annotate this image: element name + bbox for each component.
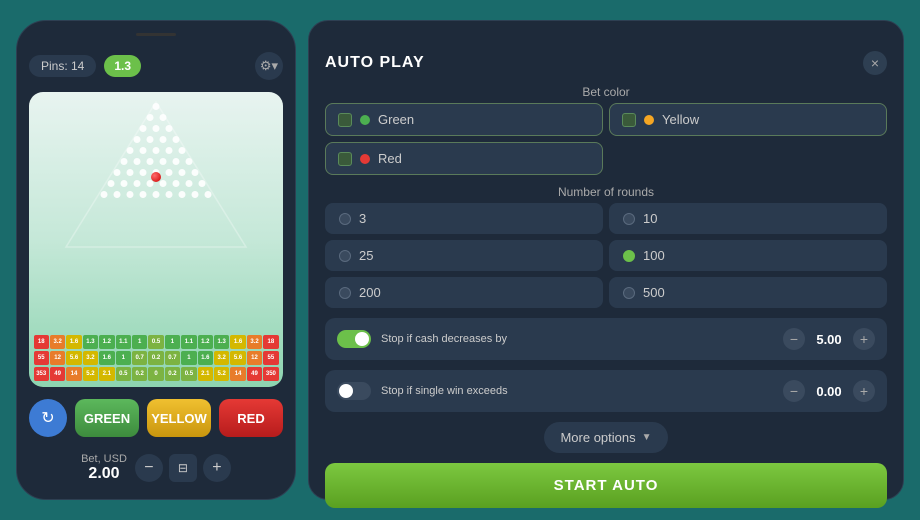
yellow-label: Yellow bbox=[662, 112, 699, 127]
green-dot bbox=[360, 115, 370, 125]
green-button[interactable]: GREEN bbox=[75, 399, 139, 437]
color-option-red[interactable]: Red bbox=[325, 142, 603, 175]
stop-win-controls: − 0.00 + bbox=[783, 380, 875, 402]
round-value-200: 200 bbox=[359, 285, 381, 300]
auto-play-panel: AUTO PLAY × Bet color Green Yellow Red bbox=[308, 20, 904, 500]
bet-stack-button[interactable]: ⊟ bbox=[169, 454, 197, 482]
score-rows: 183.21.61.31.21.110.511.11.21.31.63.218 … bbox=[29, 335, 283, 383]
green-label: Green bbox=[378, 112, 414, 127]
chevron-down-icon: ▼ bbox=[642, 432, 652, 443]
round-radio-200[interactable] bbox=[339, 287, 351, 299]
round-radio-10[interactable] bbox=[623, 213, 635, 225]
red-dot bbox=[360, 154, 370, 164]
stop-win-decrease[interactable]: − bbox=[783, 380, 805, 402]
rounds-label: Number of rounds bbox=[325, 185, 887, 199]
red-button[interactable]: RED bbox=[219, 399, 283, 437]
score-row-3: 35349145.22.10.50.200.20.52.15.21449350 bbox=[33, 367, 279, 381]
pins-grid bbox=[98, 102, 215, 201]
top-bar: Pins: 14 1.3 ⚙▾ bbox=[29, 48, 283, 84]
multiplier-badge: 1.3 bbox=[104, 55, 141, 77]
round-value-100: 100 bbox=[643, 248, 665, 263]
round-radio-3[interactable] bbox=[339, 213, 351, 225]
stop-cash-label: Stop if cash decreases by bbox=[381, 332, 773, 346]
yellow-checkbox[interactable] bbox=[622, 113, 636, 127]
round-option-200[interactable]: 200 bbox=[325, 277, 603, 308]
panel-title: AUTO PLAY bbox=[325, 54, 425, 72]
phone-notch bbox=[136, 33, 176, 36]
bet-increase-button[interactable]: + bbox=[203, 454, 231, 482]
round-radio-100[interactable] bbox=[623, 250, 635, 262]
pins-badge: Pins: 14 bbox=[29, 55, 96, 77]
round-option-100[interactable]: 100 bbox=[609, 240, 887, 271]
round-option-3[interactable]: 3 bbox=[325, 203, 603, 234]
bet-decrease-button[interactable]: − bbox=[135, 454, 163, 482]
close-button[interactable]: × bbox=[863, 51, 887, 75]
green-checkbox[interactable] bbox=[338, 113, 352, 127]
round-value-500: 500 bbox=[643, 285, 665, 300]
yellow-dot bbox=[644, 115, 654, 125]
bet-label: Bet, USD bbox=[81, 453, 127, 465]
round-value-25: 25 bbox=[359, 248, 373, 263]
stop-cash-decrease[interactable]: − bbox=[783, 328, 805, 350]
red-label: Red bbox=[378, 151, 402, 166]
bet-value: 2.00 bbox=[81, 465, 127, 483]
settings-button[interactable]: ⚙▾ bbox=[255, 52, 283, 80]
round-radio-25[interactable] bbox=[339, 250, 351, 262]
bet-area: Bet, USD 2.00 − ⊟ + bbox=[29, 449, 283, 487]
score-row-1: 183.21.61.31.21.110.511.11.21.31.63.218 bbox=[33, 335, 279, 349]
start-auto-button[interactable]: START AUTO bbox=[325, 463, 887, 508]
round-option-25[interactable]: 25 bbox=[325, 240, 603, 271]
start-auto-label: START AUTO bbox=[554, 477, 659, 494]
left-phone: Pins: 14 1.3 ⚙▾ 183.21.61.31.21.110.511.… bbox=[16, 20, 296, 500]
stop-cash-toggle[interactable] bbox=[337, 330, 371, 348]
panel-header: AUTO PLAY × bbox=[325, 51, 887, 75]
toggle-knob-cash bbox=[355, 332, 369, 346]
stop-cash-controls: − 5.00 + bbox=[783, 328, 875, 350]
toggle-knob-win bbox=[339, 384, 353, 398]
bet-color-section: Bet color Green Yellow Red bbox=[325, 85, 887, 175]
yellow-button[interactable]: YELLOW bbox=[147, 399, 211, 437]
rounds-section: Number of rounds 3 10 25 100 200 bbox=[325, 185, 887, 308]
bet-color-label: Bet color bbox=[325, 85, 887, 99]
game-area: 183.21.61.31.21.110.511.11.21.31.63.218 … bbox=[29, 92, 283, 387]
score-row-2: 55125.63.21.610.70.20.711.63.25.61255 bbox=[33, 351, 279, 365]
stop-cash-value: 5.00 bbox=[811, 332, 847, 347]
stop-win-label: Stop if single win exceeds bbox=[381, 384, 773, 398]
red-checkbox[interactable] bbox=[338, 152, 352, 166]
stop-win-increase[interactable]: + bbox=[853, 380, 875, 402]
round-option-500[interactable]: 500 bbox=[609, 277, 887, 308]
bet-color-grid: Green Yellow Red bbox=[325, 103, 887, 175]
stop-win-row: Stop if single win exceeds − 0.00 + bbox=[325, 370, 887, 412]
rounds-grid: 3 10 25 100 200 500 bbox=[325, 203, 887, 308]
round-option-10[interactable]: 10 bbox=[609, 203, 887, 234]
stop-win-toggle[interactable] bbox=[337, 382, 371, 400]
stop-win-value: 0.00 bbox=[811, 384, 847, 399]
round-value-10: 10 bbox=[643, 211, 657, 226]
refresh-button[interactable]: ↻ bbox=[29, 399, 67, 437]
round-value-3: 3 bbox=[359, 211, 366, 226]
color-option-yellow[interactable]: Yellow bbox=[609, 103, 887, 136]
stop-cash-increase[interactable]: + bbox=[853, 328, 875, 350]
more-options-button[interactable]: More options ▼ bbox=[544, 422, 667, 453]
bet-controls: − ⊟ + bbox=[135, 454, 231, 482]
color-option-green[interactable]: Green bbox=[325, 103, 603, 136]
color-buttons-row: ↻ GREEN YELLOW RED bbox=[29, 395, 283, 441]
game-ball bbox=[151, 172, 161, 182]
stop-cash-row: Stop if cash decreases by − 5.00 + bbox=[325, 318, 887, 360]
more-options-label: More options bbox=[560, 430, 635, 445]
round-radio-500[interactable] bbox=[623, 287, 635, 299]
